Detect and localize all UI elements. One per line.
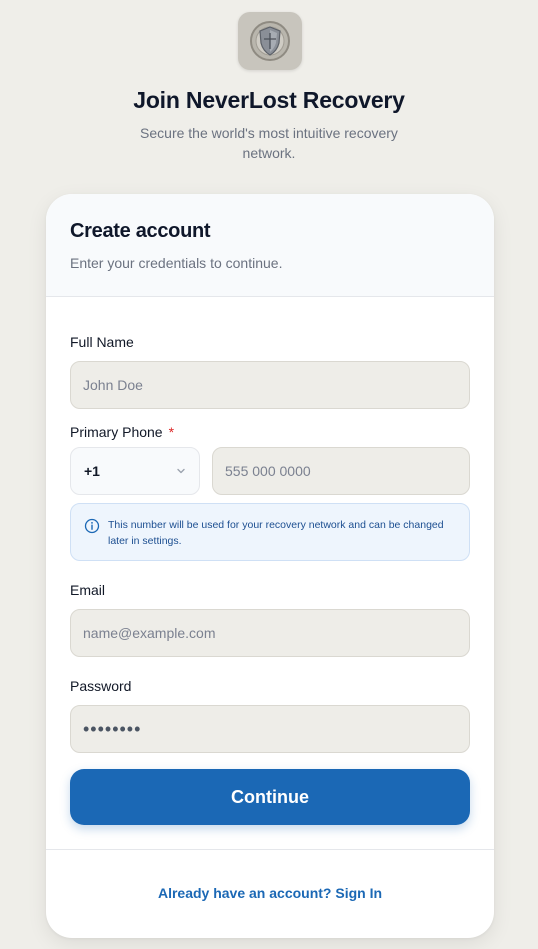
page-title: Join NeverLost Recovery [133,87,405,113]
phone-info-box: This number will be used for your recove… [70,503,470,561]
country-code-value: +1 [84,463,100,479]
card-header: Create account Enter your credentials to… [46,194,494,297]
country-code-select[interactable]: +1 [70,447,200,495]
primary-phone-label-text: Primary Phone [70,424,163,440]
email-label: Email [70,582,106,598]
page-subtitle: Secure the world's most intuitive recove… [140,125,398,161]
password-field[interactable] [70,705,470,753]
card-title: Create account [70,220,211,242]
card-divider [46,849,494,850]
app-logo [238,12,302,70]
email-field[interactable] [70,609,470,657]
continue-button[interactable]: Continue [70,769,470,825]
required-marker: * [168,424,175,440]
signup-card: Create account Enter your credentials to… [46,194,494,938]
primary-phone-label: Primary Phone * [70,424,174,440]
phone-number-field[interactable] [212,447,470,495]
full-name-label: Full Name [70,334,134,350]
info-icon [84,518,100,534]
shield-emblem-icon [250,21,290,61]
sign-in-link[interactable]: Already have an account? Sign In [46,885,494,901]
phone-info-text: This number will be used for your recove… [108,519,444,547]
password-label: Password [70,678,132,694]
card-subtitle: Enter your credentials to continue. [70,255,283,271]
full-name-field[interactable] [70,361,470,409]
chevron-down-icon [177,468,185,474]
